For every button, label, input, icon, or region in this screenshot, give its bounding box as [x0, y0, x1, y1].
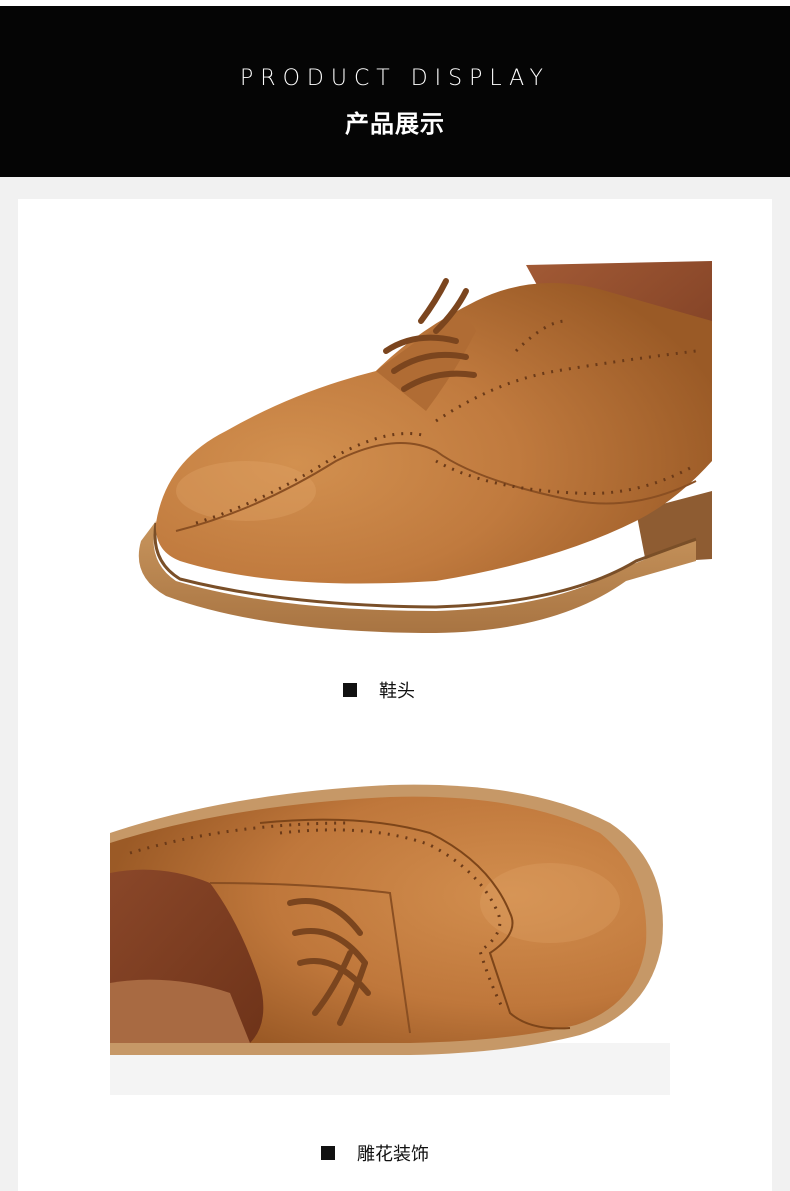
product-card: 鞋头 雕花装饰: [18, 199, 772, 1191]
shoe-toe-photo: [136, 261, 712, 643]
caption-shoe-toe: 鞋头: [343, 677, 415, 703]
caption-shoe-toe-label: 鞋头: [379, 681, 415, 702]
square-bullet-icon: [343, 683, 357, 697]
header-title-cn: 产品展示: [345, 110, 445, 138]
square-bullet-icon: [321, 1146, 335, 1160]
product-display-header: PRODUCT DISPLAY 产品展示: [0, 6, 790, 177]
header-title-en: PRODUCT DISPLAY: [240, 66, 550, 91]
caption-brogue-decoration-label: 雕花装饰: [357, 1144, 429, 1165]
brogue-decoration-photo: [110, 783, 670, 1095]
caption-brogue-decoration: 雕花装饰: [321, 1140, 429, 1166]
